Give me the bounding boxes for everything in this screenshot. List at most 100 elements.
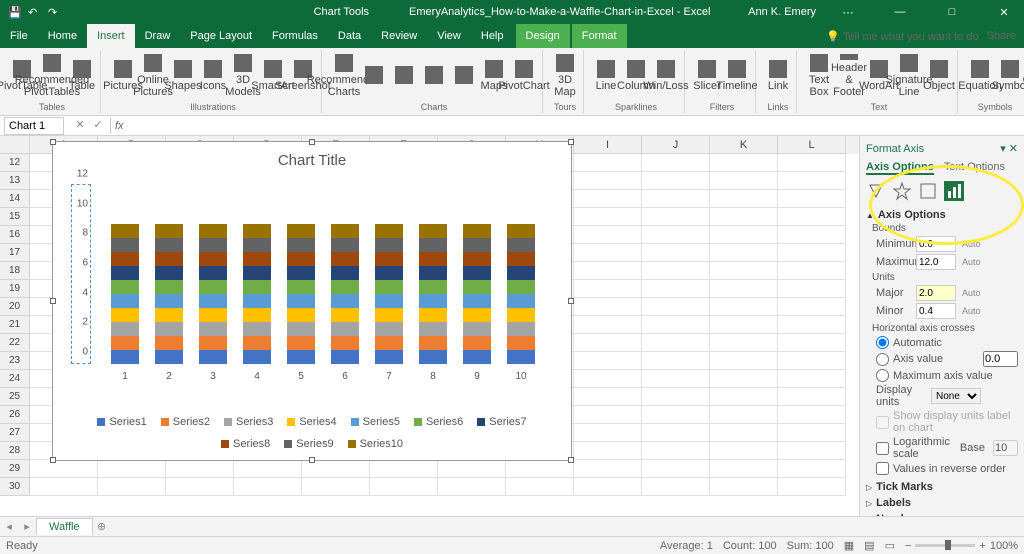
cell[interactable] xyxy=(778,460,846,478)
close-icon[interactable]: ✕ xyxy=(984,0,1024,24)
cell[interactable] xyxy=(642,424,710,442)
ribbon-symbol[interactable]: Symbol xyxy=(996,54,1024,98)
row-header[interactable]: 15 xyxy=(0,208,30,226)
cell[interactable] xyxy=(710,280,778,298)
cell[interactable] xyxy=(778,388,846,406)
row-header[interactable]: 28 xyxy=(0,442,30,460)
cell[interactable] xyxy=(574,298,642,316)
cell[interactable] xyxy=(574,370,642,388)
subtab-text-options[interactable]: Text Options xyxy=(944,161,1005,175)
bar-column[interactable]: 7 xyxy=(375,224,403,364)
sheet-tab-waffle[interactable]: Waffle xyxy=(36,518,93,535)
col-header[interactable]: L xyxy=(778,136,846,154)
ribbon-timeline[interactable]: Timeline xyxy=(723,54,751,98)
cell[interactable] xyxy=(710,478,778,496)
cell[interactable] xyxy=(642,298,710,316)
cell[interactable] xyxy=(98,478,166,496)
view-layout-icon[interactable]: ▤ xyxy=(864,539,874,552)
cell[interactable] xyxy=(778,172,846,190)
legend-item[interactable]: Series1 xyxy=(97,416,146,428)
panel-dropdown-icon[interactable]: ▾ xyxy=(1000,143,1006,155)
name-box[interactable]: Chart 1 xyxy=(4,117,64,135)
cell[interactable] xyxy=(710,262,778,280)
axisval-input[interactable] xyxy=(983,351,1018,367)
maximize-icon[interactable]: □ xyxy=(932,0,972,24)
number-section[interactable]: ▷Number xyxy=(866,511,1018,516)
ribbon-signature-line[interactable]: Signature Line xyxy=(895,54,923,98)
cell[interactable] xyxy=(166,460,234,478)
col-header[interactable]: K xyxy=(710,136,778,154)
cell[interactable] xyxy=(574,424,642,442)
zoom-slider[interactable] xyxy=(915,544,975,547)
cell[interactable] xyxy=(778,424,846,442)
cell[interactable] xyxy=(506,478,574,496)
col-header[interactable]: I xyxy=(574,136,642,154)
cell[interactable] xyxy=(710,172,778,190)
cell[interactable] xyxy=(642,244,710,262)
bar-column[interactable]: 9 xyxy=(463,224,491,364)
cell[interactable] xyxy=(710,334,778,352)
zoom-in-icon[interactable]: + xyxy=(979,540,985,552)
tick-marks-section[interactable]: ▷Tick Marks xyxy=(866,479,1018,495)
ribbon-equation[interactable]: Equation xyxy=(966,54,994,98)
bar-column[interactable]: 3 xyxy=(199,224,227,364)
user-name[interactable]: Ann K. Emery xyxy=(748,6,816,18)
cell[interactable] xyxy=(778,226,846,244)
max-auto[interactable]: Auto xyxy=(962,257,981,267)
cell[interactable] xyxy=(778,280,846,298)
row-header[interactable]: 29 xyxy=(0,460,30,478)
y-axis-selected[interactable]: 024681012 xyxy=(71,184,91,364)
cell[interactable] xyxy=(710,460,778,478)
cell[interactable] xyxy=(710,388,778,406)
cell[interactable] xyxy=(574,244,642,262)
cell[interactable] xyxy=(302,478,370,496)
cell[interactable] xyxy=(642,334,710,352)
ribbon-table[interactable]: Table xyxy=(68,54,96,98)
ribbon-object[interactable]: Object xyxy=(925,54,953,98)
cell[interactable] xyxy=(30,478,98,496)
tab-formulas[interactable]: Formulas xyxy=(262,24,328,48)
ribbon-shapes[interactable]: Shapes xyxy=(169,54,197,98)
minor-auto[interactable]: Auto xyxy=(962,306,981,316)
major-input[interactable] xyxy=(916,285,956,301)
cell[interactable] xyxy=(574,388,642,406)
cell[interactable] xyxy=(574,442,642,460)
row-header[interactable]: 21 xyxy=(0,316,30,334)
minor-input[interactable] xyxy=(916,303,956,319)
ribbon-text-box[interactable]: Text Box xyxy=(805,54,833,98)
row-header[interactable]: 16 xyxy=(0,226,30,244)
axisval-radio[interactable] xyxy=(876,353,889,366)
tab-design[interactable]: Design xyxy=(516,24,570,48)
cell[interactable] xyxy=(710,190,778,208)
cell[interactable] xyxy=(642,442,710,460)
cell[interactable] xyxy=(574,154,642,172)
cell[interactable] xyxy=(642,370,710,388)
cell[interactable] xyxy=(642,172,710,190)
cell[interactable] xyxy=(642,226,710,244)
select-all-corner[interactable] xyxy=(0,136,30,154)
chart-title[interactable]: Chart Title xyxy=(53,142,571,175)
cell[interactable] xyxy=(642,460,710,478)
cell[interactable] xyxy=(574,226,642,244)
row-header[interactable]: 27 xyxy=(0,424,30,442)
legend-item[interactable]: Series10 xyxy=(348,438,403,450)
ribbon-pivotchart[interactable]: PivotChart xyxy=(510,54,538,98)
legend-item[interactable]: Series9 xyxy=(284,438,333,450)
ribbon-[interactable] xyxy=(390,54,418,98)
cell[interactable] xyxy=(370,478,438,496)
fill-icon[interactable] xyxy=(866,181,886,201)
cell[interactable] xyxy=(574,406,642,424)
cell[interactable] xyxy=(574,280,642,298)
cell[interactable] xyxy=(778,190,846,208)
cell[interactable] xyxy=(710,442,778,460)
cell[interactable] xyxy=(370,460,438,478)
cell[interactable] xyxy=(574,262,642,280)
cell[interactable] xyxy=(574,352,642,370)
tab-format[interactable]: Format xyxy=(572,24,627,48)
cell[interactable] xyxy=(642,280,710,298)
bar-column[interactable]: 1 xyxy=(111,224,139,364)
legend-item[interactable]: Series7 xyxy=(477,416,526,428)
min-input[interactable] xyxy=(916,236,956,252)
resize-handle[interactable] xyxy=(50,298,56,304)
cell[interactable] xyxy=(234,460,302,478)
